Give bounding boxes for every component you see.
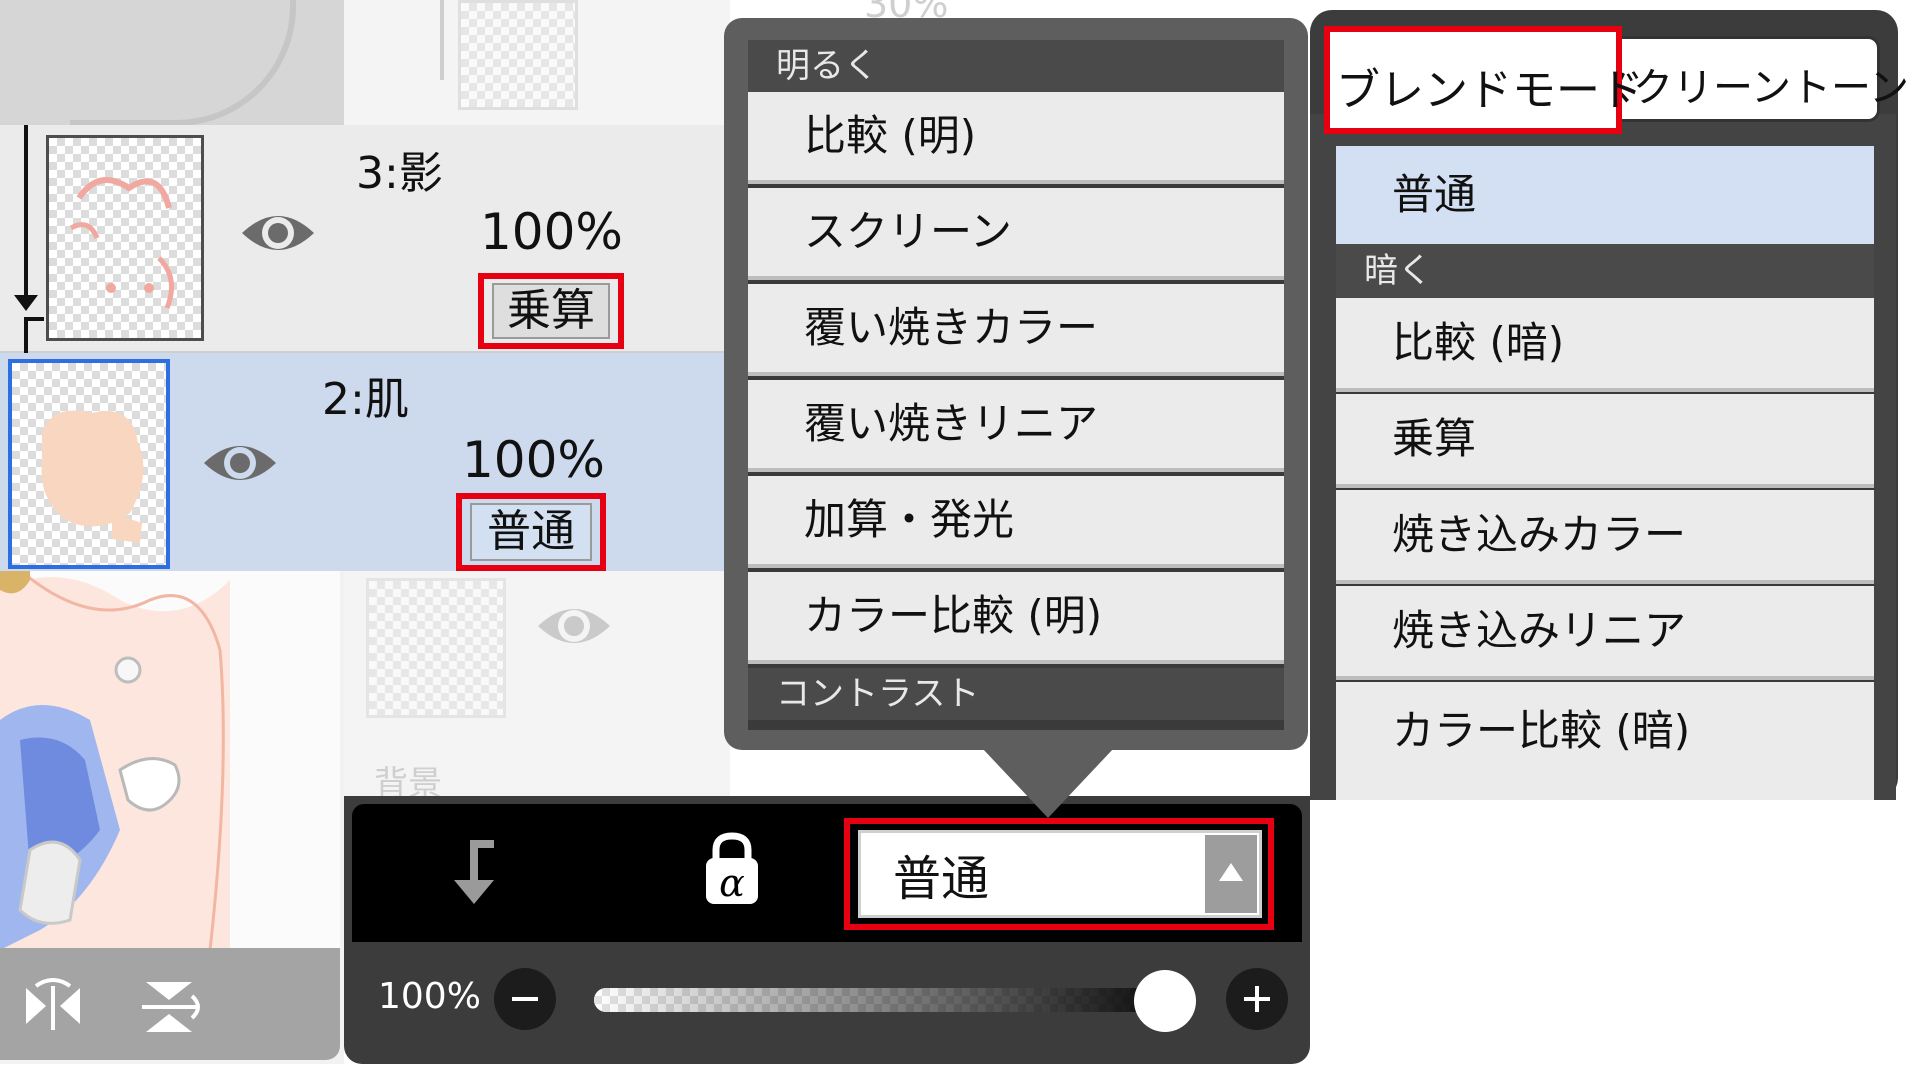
menu-item-darker-color[interactable]: カラー比較 (暗)	[1336, 682, 1874, 800]
menu-section-header: 暗く	[1336, 244, 1874, 298]
clip-arrow-icon	[454, 840, 494, 904]
layer-thumbnail-skin	[8, 359, 170, 569]
menu-section-header: 明るく	[748, 40, 1284, 92]
opacity-slider-thumb[interactable]	[1134, 970, 1196, 1032]
layer-control-bar: α 普通 100%	[344, 796, 1310, 1064]
eye-icon[interactable]	[202, 437, 278, 489]
alpha-lock-icon: α	[706, 832, 758, 905]
minus-icon	[512, 997, 538, 1001]
blend-mode-dropdown: 明るく 比較 (明) スクリーン 覆い焼きカラー 覆い焼きリニア 加算・発光 カ…	[724, 18, 1308, 818]
opacity-decrease-button[interactable]	[494, 968, 556, 1030]
opacity-slider[interactable]	[594, 988, 1194, 1012]
menu-item-linear-dodge[interactable]: 覆い焼きリニア	[748, 380, 1284, 472]
character-artwork	[0, 570, 340, 950]
blend-mode-value: 普通	[893, 851, 990, 907]
svg-text:α: α	[719, 861, 745, 905]
flip-vertical-icon[interactable]	[138, 978, 200, 1036]
menu-section-header: コントラスト	[748, 668, 1284, 720]
menu-item-add-glow[interactable]: 加算・発光	[748, 476, 1284, 568]
triangle-up-icon	[1219, 863, 1243, 881]
layer-opacity: 100%	[480, 203, 623, 261]
layer-row-shadow[interactable]: 3:影 100% 乗算	[0, 125, 730, 353]
menu-item-color-dodge[interactable]: 覆い焼きカラー	[748, 284, 1284, 376]
menu-item-lighten[interactable]: 比較 (明)	[748, 92, 1284, 184]
opacity-increase-button[interactable]	[1226, 968, 1288, 1030]
eye-icon[interactable]	[240, 207, 316, 259]
menu-item-screen[interactable]: スクリーン	[748, 188, 1284, 280]
menu-item-color-burn[interactable]: 焼き込みカラー	[1336, 490, 1874, 584]
menu-item-lighter-color[interactable]: カラー比較 (明)	[748, 572, 1284, 664]
menu-item-darken[interactable]: 比較 (暗)	[1336, 298, 1874, 392]
canvas-toolbar	[0, 948, 340, 1060]
layer-blend-mode[interactable]: 普通	[470, 503, 592, 561]
plus-icon	[1244, 986, 1270, 1012]
blend-mode-select[interactable]: 普通	[858, 830, 1262, 918]
eye-icon[interactable]	[536, 600, 612, 652]
layer-row-skin[interactable]: 2:肌 100% 普通	[0, 353, 730, 571]
blend-mode-panel: スクリーントーン ブレンドモード 普通 暗く 比較 (暗) 乗算 焼き込みカラー…	[1310, 10, 1909, 800]
layer-opacity: 100%	[462, 431, 605, 489]
clipping-indicator	[24, 125, 28, 300]
opacity-label: 100%	[378, 976, 481, 1017]
layer-thumbnail-shadow	[46, 135, 204, 341]
clipping-button[interactable]	[444, 838, 510, 910]
alpha-lock-button[interactable]: α	[702, 832, 762, 908]
layer-name: 3:影	[356, 148, 443, 199]
layer-blend-mode[interactable]: 乗算	[492, 283, 610, 339]
layer-name: 2:肌	[322, 374, 409, 425]
menu-item-linear-burn[interactable]: 焼き込みリニア	[1336, 586, 1874, 680]
line-art-thumbnail	[366, 578, 506, 718]
menu-item-normal[interactable]: 普通	[1336, 146, 1874, 244]
tab-blend-mode[interactable]: ブレンドモード	[1330, 32, 1644, 128]
menu-item-multiply[interactable]: 乗算	[1336, 394, 1874, 488]
flip-horizontal-icon[interactable]	[22, 978, 84, 1036]
dropdown-toggle[interactable]	[1205, 835, 1257, 913]
tab-label: ブレンドモード	[1336, 65, 1644, 116]
